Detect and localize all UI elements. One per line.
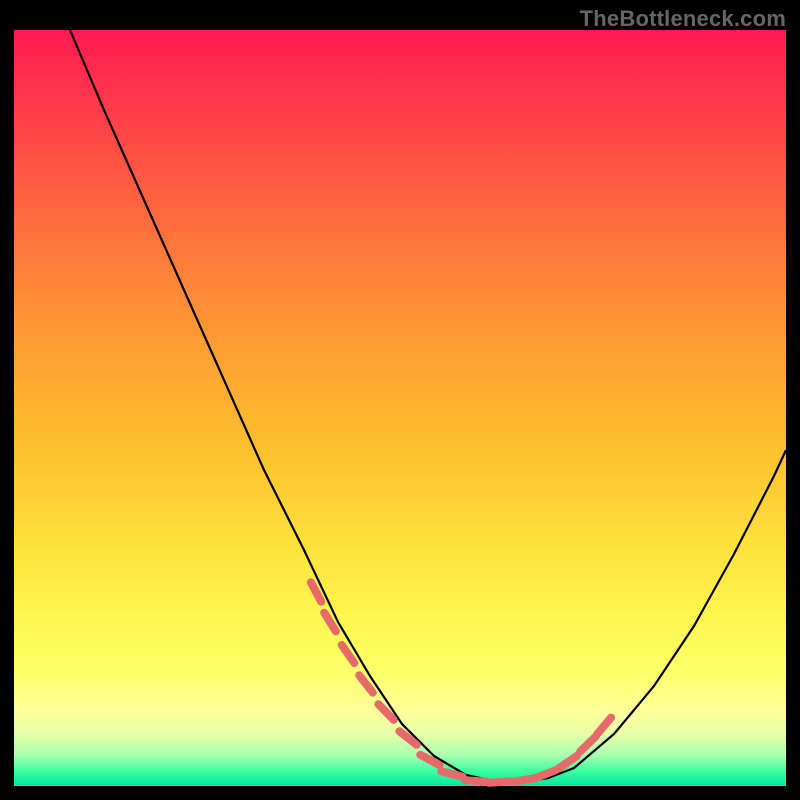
watermark-text: TheBottleneck.com	[580, 6, 786, 32]
chart-svg	[14, 30, 786, 786]
curve-marker	[489, 781, 511, 783]
curve-marker	[580, 736, 596, 751]
curve-marker	[399, 731, 416, 745]
curve-marker	[513, 778, 535, 782]
curve-marker	[420, 755, 439, 765]
curve-marker	[597, 718, 611, 735]
chart-frame	[14, 30, 786, 786]
curve-markers-group	[311, 582, 611, 783]
bottleneck-curve-line	[70, 30, 786, 782]
curve-marker	[465, 780, 487, 782]
curve-marker	[441, 771, 462, 776]
